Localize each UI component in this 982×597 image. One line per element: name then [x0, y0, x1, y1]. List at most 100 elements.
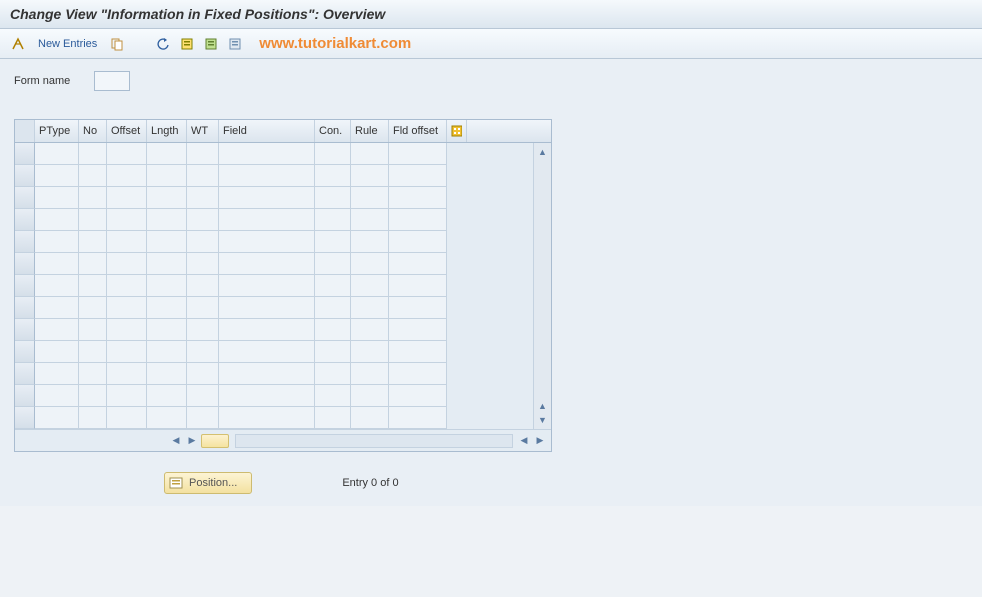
grid-cell[interactable] [107, 253, 147, 275]
grid-cell[interactable] [219, 143, 315, 165]
grid-cell[interactable] [147, 297, 187, 319]
copy-icon[interactable] [107, 34, 127, 54]
grid-cell[interactable] [351, 319, 389, 341]
grid-cell[interactable] [351, 165, 389, 187]
grid-cell[interactable] [187, 209, 219, 231]
grid-cell[interactable] [35, 297, 79, 319]
grid-cell[interactable] [147, 231, 187, 253]
grid-cell[interactable] [389, 297, 447, 319]
grid-cell[interactable] [187, 385, 219, 407]
grid-cell[interactable] [147, 209, 187, 231]
grid-cell[interactable] [389, 407, 447, 429]
grid-cell[interactable] [79, 385, 107, 407]
grid-cell[interactable] [315, 165, 351, 187]
grid-cell[interactable] [315, 231, 351, 253]
grid-cell[interactable] [107, 363, 147, 385]
grid-cell[interactable] [35, 319, 79, 341]
row-selector[interactable] [15, 231, 35, 253]
grid-cell[interactable] [315, 143, 351, 165]
scroll-down-icon[interactable]: ▼ [536, 413, 550, 427]
grid-cell[interactable] [79, 275, 107, 297]
position-button[interactable]: Position... [164, 472, 252, 494]
grid-cell[interactable] [389, 209, 447, 231]
grid-cell[interactable] [219, 253, 315, 275]
grid-cell[interactable] [389, 253, 447, 275]
grid-cell[interactable] [187, 363, 219, 385]
grid-cell[interactable] [35, 341, 79, 363]
grid-cell[interactable] [351, 297, 389, 319]
grid-cell[interactable] [79, 297, 107, 319]
grid-cell[interactable] [219, 165, 315, 187]
scroll-up2-icon[interactable]: ▲ [536, 399, 550, 413]
grid-cell[interactable] [351, 187, 389, 209]
grid-cell[interactable] [35, 363, 79, 385]
hscroll-track[interactable] [235, 434, 513, 448]
row-selector[interactable] [15, 253, 35, 275]
col-field[interactable]: Field [219, 120, 315, 142]
grid-cell[interactable] [351, 143, 389, 165]
grid-cell[interactable] [147, 319, 187, 341]
grid-cell[interactable] [187, 143, 219, 165]
grid-cell[interactable] [187, 341, 219, 363]
grid-corner[interactable] [15, 120, 35, 142]
grid-cell[interactable] [219, 385, 315, 407]
grid-cell[interactable] [107, 407, 147, 429]
row-selector[interactable] [15, 297, 35, 319]
grid-cell[interactable] [107, 165, 147, 187]
grid-cell[interactable] [315, 341, 351, 363]
grid-cell[interactable] [219, 275, 315, 297]
scroll-left2-icon[interactable]: ◀ [517, 434, 531, 448]
grid-cell[interactable] [35, 209, 79, 231]
grid-cell[interactable] [35, 385, 79, 407]
scroll-up-icon[interactable]: ▲ [536, 145, 550, 159]
scroll-left-icon[interactable]: ◀ [169, 434, 183, 448]
toggle-icon[interactable] [8, 34, 28, 54]
grid-cell[interactable] [147, 363, 187, 385]
grid-settings-icon[interactable] [447, 120, 467, 142]
grid-cell[interactable] [315, 385, 351, 407]
grid-cell[interactable] [35, 231, 79, 253]
row-selector[interactable] [15, 275, 35, 297]
grid-cell[interactable] [351, 231, 389, 253]
grid-cell[interactable] [107, 209, 147, 231]
row-selector[interactable] [15, 165, 35, 187]
grid-cell[interactable] [79, 407, 107, 429]
grid-cell[interactable] [351, 209, 389, 231]
grid-cell[interactable] [107, 187, 147, 209]
col-offset[interactable]: Offset [107, 120, 147, 142]
grid-cell[interactable] [35, 275, 79, 297]
grid-cell[interactable] [147, 341, 187, 363]
row-selector[interactable] [15, 407, 35, 429]
scroll-right2-icon[interactable]: ▶ [533, 434, 547, 448]
deselect-all-icon[interactable] [201, 34, 221, 54]
grid-cell[interactable] [107, 297, 147, 319]
grid-cell[interactable] [315, 253, 351, 275]
row-selector[interactable] [15, 385, 35, 407]
grid-cell[interactable] [35, 253, 79, 275]
grid-cell[interactable] [389, 143, 447, 165]
grid-cell[interactable] [219, 319, 315, 341]
grid-cell[interactable] [35, 407, 79, 429]
row-selector[interactable] [15, 209, 35, 231]
grid-cell[interactable] [351, 363, 389, 385]
grid-cell[interactable] [315, 363, 351, 385]
grid-cell[interactable] [187, 407, 219, 429]
grid-cell[interactable] [219, 187, 315, 209]
grid-cell[interactable] [107, 275, 147, 297]
row-selector[interactable] [15, 187, 35, 209]
row-selector[interactable] [15, 341, 35, 363]
grid-cell[interactable] [389, 187, 447, 209]
col-con[interactable]: Con. [315, 120, 351, 142]
grid-cell[interactable] [147, 385, 187, 407]
grid-cell[interactable] [79, 165, 107, 187]
col-wt[interactable]: WT [187, 120, 219, 142]
grid-cell[interactable] [79, 319, 107, 341]
grid-cell[interactable] [35, 143, 79, 165]
grid-cell[interactable] [219, 231, 315, 253]
grid-cell[interactable] [107, 231, 147, 253]
row-selector[interactable] [15, 363, 35, 385]
grid-cell[interactable] [389, 275, 447, 297]
grid-cell[interactable] [351, 275, 389, 297]
col-lngth[interactable]: Lngth [147, 120, 187, 142]
grid-cell[interactable] [389, 165, 447, 187]
